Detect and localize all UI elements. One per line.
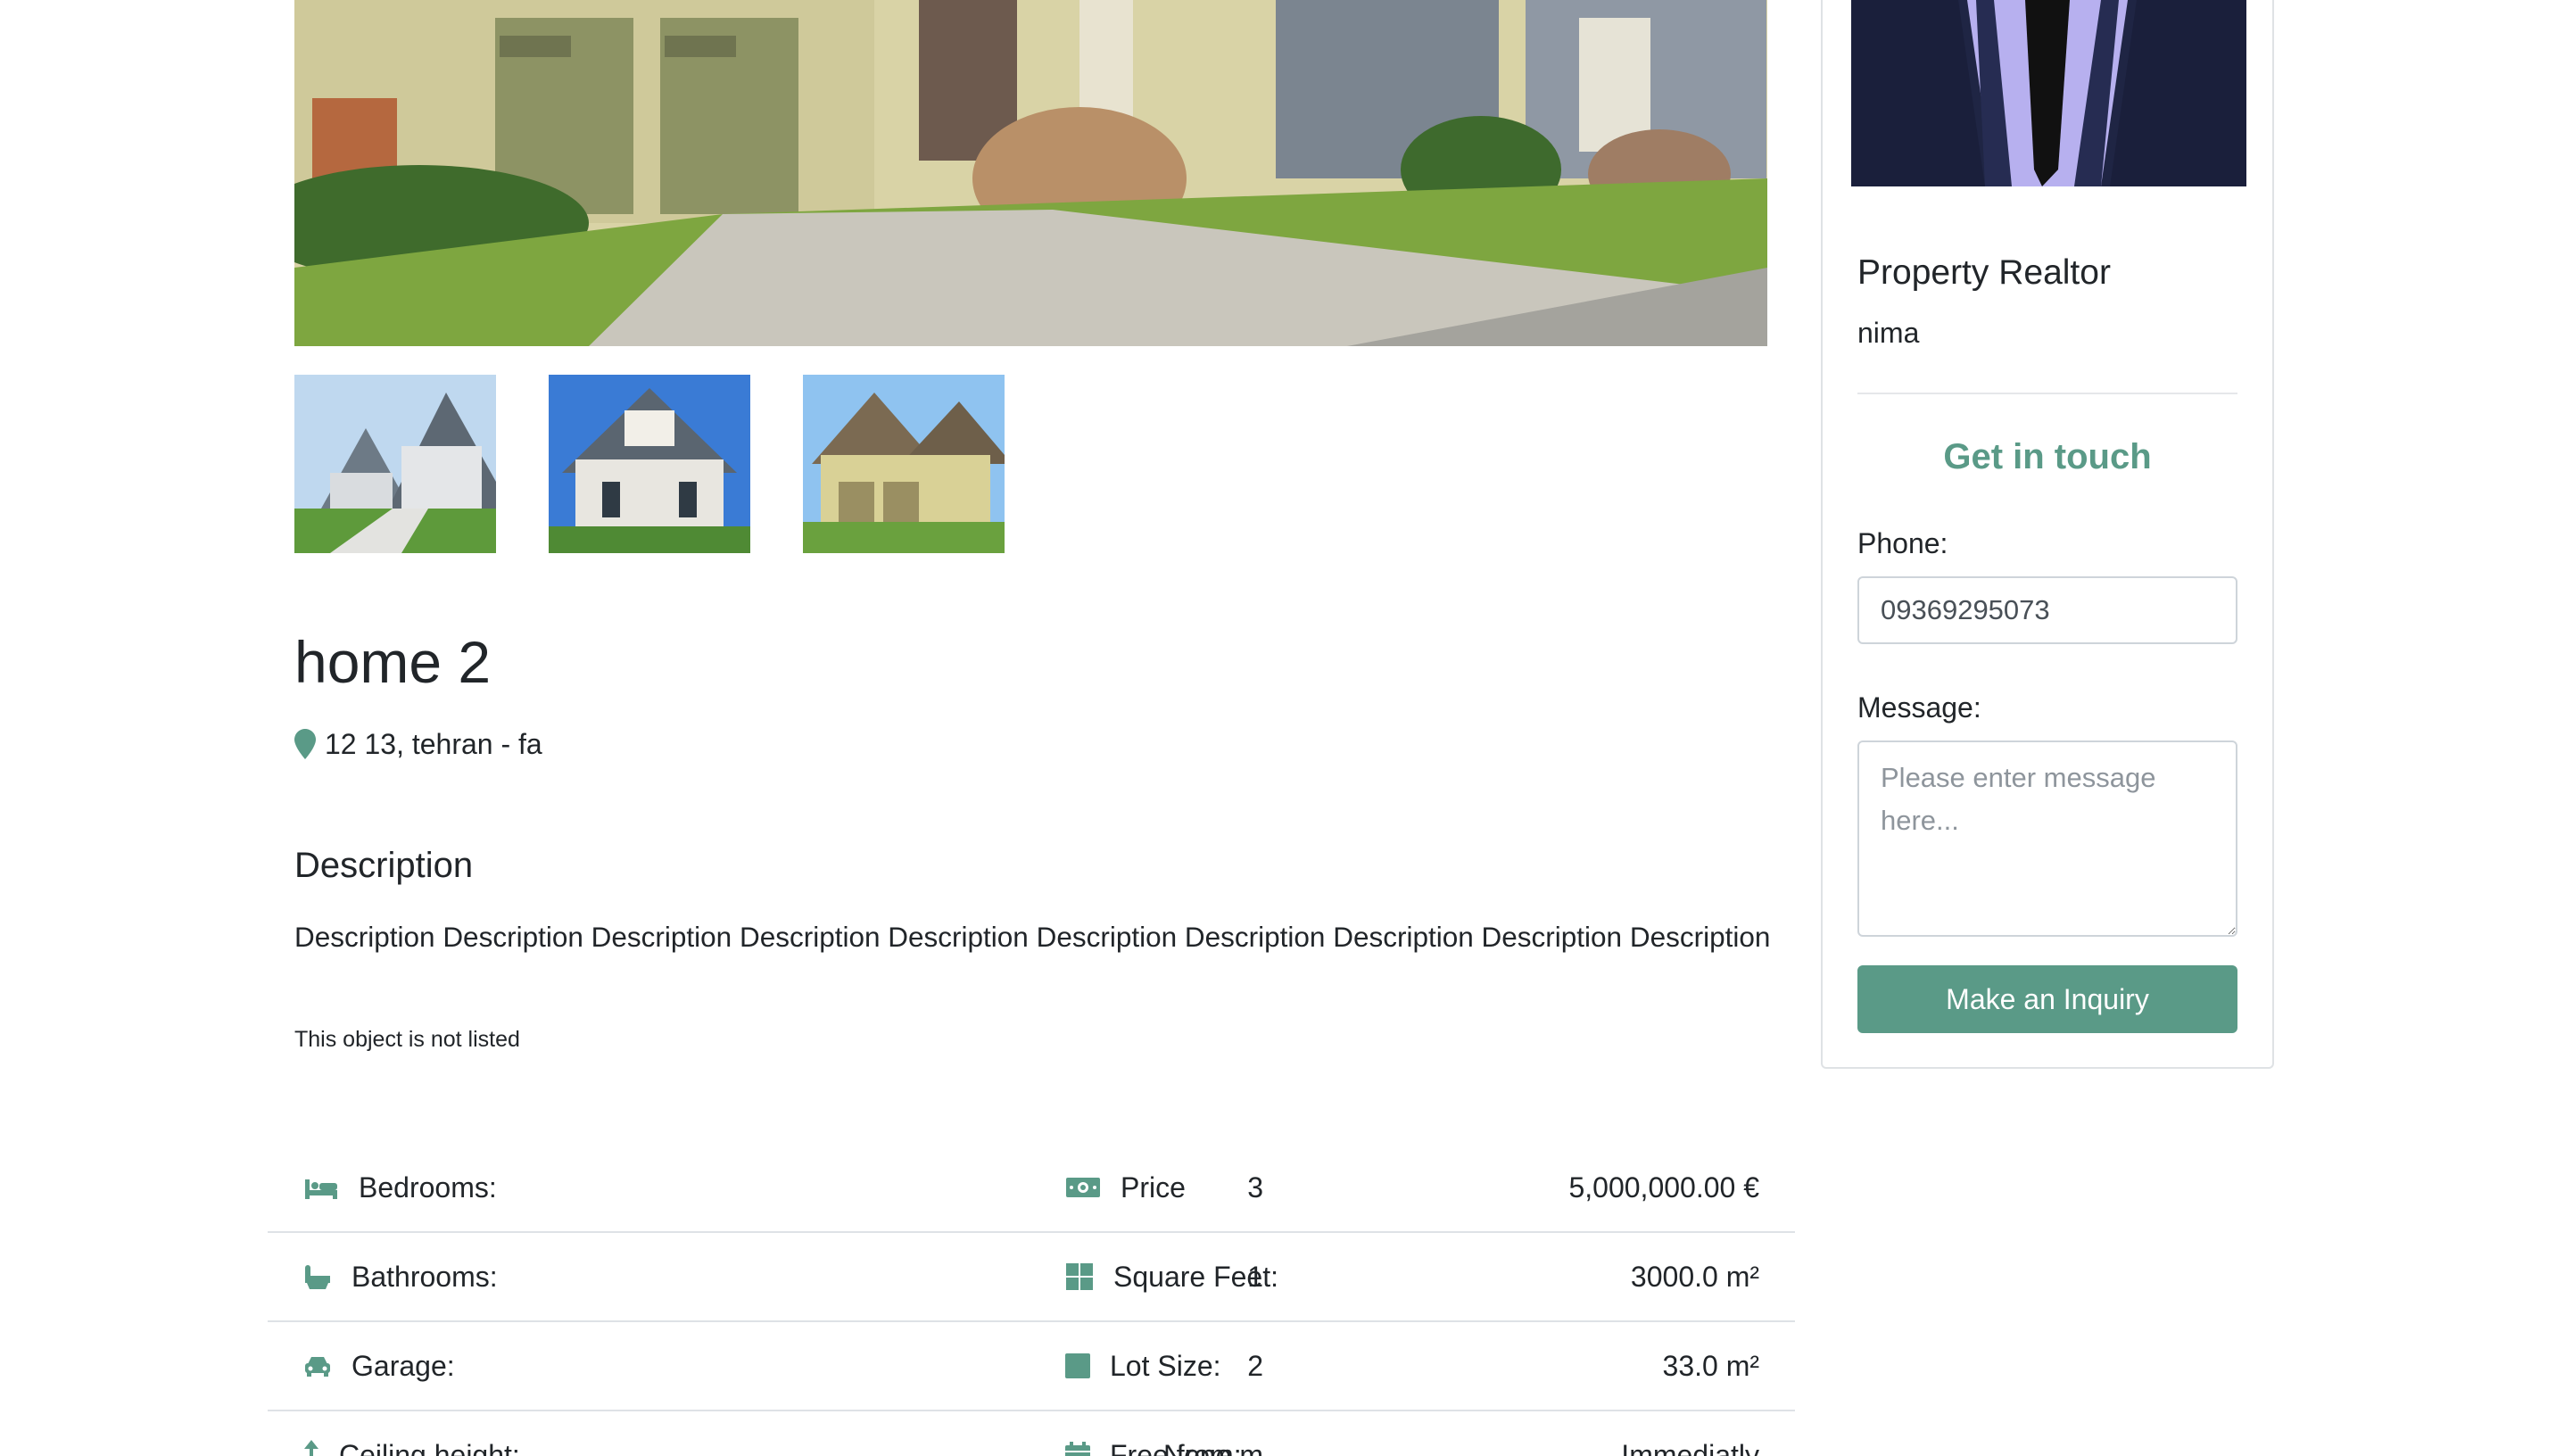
contact-heading: Get in touch	[1943, 437, 2152, 476]
map-pin-icon	[294, 729, 316, 759]
thumbnail-image[interactable]	[803, 375, 1005, 553]
thumbnail-image[interactable]	[549, 375, 750, 553]
divider	[1857, 393, 2237, 394]
money-icon	[1066, 1178, 1100, 1197]
property-details-table: Bedrooms: 3 Price 5,000,000.00 € Bathroo…	[268, 1144, 1795, 1456]
grid-icon	[1066, 1263, 1093, 1290]
detail-label: Bathrooms:	[303, 1233, 498, 1320]
realtor-photo	[1851, 0, 2246, 186]
detail-label: Bedrooms:	[303, 1144, 497, 1231]
realtor-name: nima	[1857, 317, 1920, 349]
description-text: Description Description Description Desc…	[294, 921, 1771, 953]
message-input[interactable]	[1857, 740, 2237, 937]
detail-label: Lot Size:	[1065, 1322, 1221, 1410]
detail-value: Immediatly	[1621, 1438, 1759, 1456]
detail-label: Price	[1065, 1144, 1186, 1231]
property-address: 12 13, tehran - fa	[294, 724, 542, 764]
property-title: home 2	[294, 629, 492, 695]
thumbnail-image[interactable]	[294, 375, 496, 553]
property-detail-page: home 2 12 13, tehran - fa Description De…	[0, 0, 2564, 1456]
description-heading: Description	[294, 846, 474, 885]
detail-label: Ceiling height:	[303, 1411, 520, 1456]
address-text: 12 13, tehran - fa	[325, 727, 542, 760]
detail-row: Ceiling height: None m Free from: Immedi…	[268, 1411, 1795, 1456]
calendar-icon	[1065, 1442, 1090, 1456]
detail-value: 5,000,000.00 €	[1568, 1171, 1759, 1204]
make-inquiry-button[interactable]: Make an Inquiry	[1857, 965, 2237, 1033]
main-property-image	[294, 0, 1767, 346]
detail-value: 3000.0 m²	[1630, 1260, 1759, 1293]
arrow-up-icon	[304, 1440, 318, 1456]
detail-row: Bathrooms: 1 Square Feet: 3000.0 m²	[268, 1233, 1795, 1322]
detail-row: Bedrooms: 3 Price 5,000,000.00 €	[268, 1144, 1795, 1233]
detail-value: 33.0 m²	[1662, 1349, 1759, 1382]
message-label: Message:	[1857, 691, 1981, 724]
phone-input[interactable]	[1857, 576, 2237, 644]
phone-label: Phone:	[1857, 527, 1948, 559]
bed-icon	[305, 1179, 337, 1199]
detail-label: Free from:	[1065, 1411, 1242, 1456]
detail-label: Square Feet:	[1065, 1233, 1278, 1320]
realtor-heading: Property Realtor	[1857, 253, 2111, 292]
detail-row: Garage: 2 Lot Size: 33.0 m²	[268, 1322, 1795, 1411]
bath-icon	[305, 1265, 330, 1289]
listing-status: This object is not listed	[294, 1027, 520, 1052]
square-icon	[1065, 1353, 1090, 1378]
car-icon	[305, 1357, 330, 1377]
detail-label: Garage:	[303, 1322, 455, 1410]
